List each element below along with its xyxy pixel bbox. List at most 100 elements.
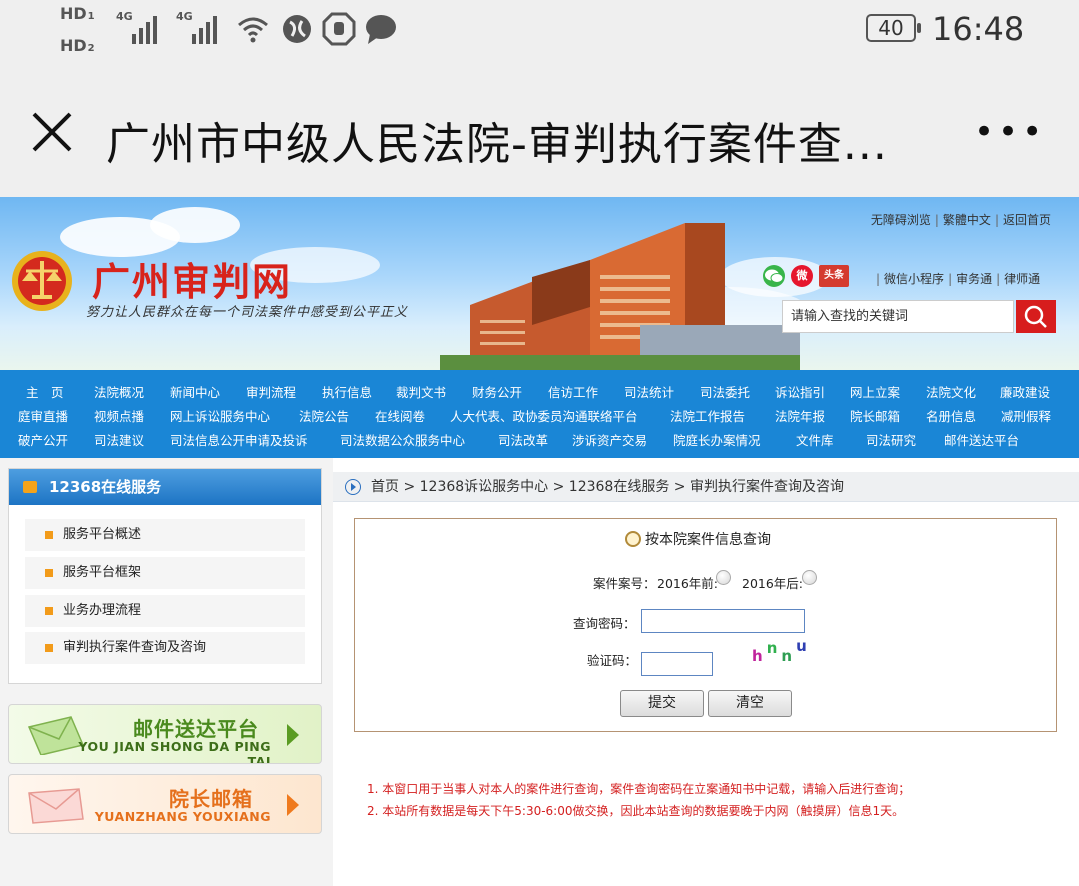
accessibility-link[interactable]: 无障碍浏览 — [871, 213, 931, 227]
content-area: 12368在线服务 服务平台概述 服务平台框架 业务办理流程 审判执行案件查询及… — [0, 458, 1079, 886]
wifi-icon — [236, 12, 270, 46]
nav-item[interactable]: 法院文化 — [926, 382, 976, 401]
clock: 16:48 — [932, 10, 1025, 48]
sidebar-item-case-query[interactable]: 审判执行案件查询及咨询 — [25, 632, 305, 664]
page-title: 广州市中级人民法院-审判执行案件查... — [106, 119, 888, 170]
nav-item[interactable]: 邮件送达平台 — [944, 430, 1019, 449]
weibo-icon[interactable]: 微 — [791, 265, 813, 287]
captcha-label: 验证码： — [587, 653, 638, 668]
nav-row-2: 庭审直播 视频点播 网上诉讼服务中心 法院公告 在线阅卷 人大代表、政协委员沟通… — [0, 402, 1079, 426]
court-emblem-icon — [10, 247, 74, 317]
network-type-2: 4G — [176, 10, 193, 23]
nav-item[interactable]: 司法改革 — [498, 430, 548, 449]
home-link[interactable]: 返回首页 — [1003, 213, 1051, 227]
nav-item[interactable]: 廉政建设 — [1000, 382, 1050, 401]
nav-item[interactable]: 裁判文书 — [396, 382, 446, 401]
main-nav: 主 页 法院概况 新闻中心 审判流程 执行信息 裁判文书 财务公开 信访工作 司… — [0, 370, 1079, 458]
nav-item[interactable]: 院长邮箱 — [850, 406, 900, 425]
nav-item[interactable]: 财务公开 — [472, 382, 522, 401]
nav-item[interactable]: 诉讼指引 — [775, 382, 825, 401]
password-input[interactable] — [641, 609, 805, 633]
nav-item[interactable]: 庭审直播 — [18, 406, 68, 425]
social-icons: 微 头条 — [763, 265, 849, 287]
nav-item[interactable]: 法院年报 — [775, 406, 825, 425]
nav-item[interactable]: 在线阅卷 — [375, 406, 425, 425]
wechat-icon[interactable] — [763, 265, 785, 287]
shenwutong-link[interactable]: 审务通 — [956, 272, 992, 286]
nav-item[interactable]: 执行信息 — [322, 382, 372, 401]
hd-indicator-2: HD2 — [60, 36, 95, 55]
captcha-input[interactable] — [641, 652, 713, 676]
before-2016-label: 2016年前: — [657, 576, 719, 591]
nav-item[interactable]: 主 页 — [26, 382, 64, 401]
vpn-icon — [280, 12, 314, 46]
site-slogan: 努力让人民群众在每一个司法案件中感受到公平正义 — [86, 305, 409, 320]
sidebar-item-framework[interactable]: 服务平台框架 — [25, 557, 305, 589]
signal-icon — [192, 14, 217, 44]
nav-item[interactable]: 减刑假释 — [1001, 406, 1051, 425]
nav-item[interactable]: 院庭长办案情况 — [673, 430, 761, 449]
more-menu-icon[interactable]: ••• — [974, 112, 1046, 152]
nav-item[interactable]: 人大代表、政协委员沟通联络平台 — [450, 406, 638, 425]
captcha-image[interactable]: hnnu — [752, 637, 811, 665]
after-2016-radio[interactable] — [802, 570, 817, 585]
submit-button[interactable]: 提交 — [620, 690, 704, 717]
shield-hand-icon — [322, 12, 356, 46]
nav-item[interactable]: 视频点播 — [94, 406, 144, 425]
before-2016-radio[interactable] — [716, 570, 731, 585]
clear-button[interactable]: 清空 — [708, 690, 792, 717]
notice-line: 2. 本站所有数据是每天下午5:30-6:00做交换，因此本站查询的数据要晚于内… — [367, 804, 905, 818]
top-links: 无障碍浏览 | 繁體中文 | 返回首页 — [870, 213, 1051, 227]
sidebar-item-process[interactable]: 业务办理流程 — [25, 595, 305, 627]
nav-item[interactable]: 司法建议 — [94, 430, 144, 449]
search-button[interactable] — [1016, 300, 1056, 333]
sidebar-item-overview[interactable]: 服务平台概述 — [25, 519, 305, 551]
toutiao-icon[interactable]: 头条 — [819, 265, 849, 287]
nav-item[interactable]: 法院公告 — [299, 406, 349, 425]
message-icon — [364, 12, 398, 46]
arrow-right-icon — [287, 724, 299, 746]
hd-indicator-1: HD1 — [60, 4, 95, 23]
nav-item[interactable]: 信访工作 — [548, 382, 598, 401]
nav-item[interactable]: 网上诉讼服务中心 — [170, 406, 270, 425]
president-mailbox-banner[interactable]: 院长邮箱 YUANZHANG YOUXIANG — [8, 774, 322, 834]
nav-item[interactable]: 名册信息 — [926, 406, 976, 425]
main-panel: 首页 > 12368诉讼服务中心 > 12368在线服务 > 审判执行案件查询及… — [333, 458, 1079, 886]
notice-line: 1. 本窗口用于当事人对本人的案件进行查询，案件查询密码在立案通知书中记载，请输… — [367, 782, 911, 796]
bullet-icon — [45, 531, 53, 539]
nav-item[interactable]: 司法数据公众服务中心 — [340, 430, 465, 449]
wechat-miniprogram-link[interactable]: 微信小程序 — [884, 272, 944, 286]
magnifier-icon — [625, 531, 641, 547]
nav-item[interactable]: 破产公开 — [18, 430, 68, 449]
bullet-icon — [45, 569, 53, 577]
nav-item[interactable]: 网上立案 — [850, 382, 900, 401]
nav-item[interactable]: 司法统计 — [624, 382, 674, 401]
nav-item[interactable]: 文件库 — [796, 430, 834, 449]
mail-delivery-banner[interactable]: 邮件送达平台 YOU JIAN SHONG DA PING TAI — [8, 704, 322, 764]
status-bar: HD1 HD2 4G 4G 40 16:48 — [0, 0, 1079, 64]
breadcrumb: 首页 > 12368诉讼服务中心 > 12368在线服务 > 审判执行案件查询及… — [333, 472, 1079, 502]
nav-item[interactable]: 司法信息公开申请及投诉 — [170, 430, 308, 449]
nav-item[interactable]: 司法研究 — [866, 430, 916, 449]
network-type-1: 4G — [116, 10, 133, 23]
lvshitong-link[interactable]: 律师通 — [1004, 272, 1040, 286]
nav-item[interactable]: 审判流程 — [246, 382, 296, 401]
traditional-chinese-link[interactable]: 繁體中文 — [943, 213, 991, 227]
court-building-image — [440, 223, 800, 370]
case-query-form: 按本院案件信息查询 案件案号： 2016年前: 2016年后: 查询密码： 验证… — [354, 518, 1057, 732]
close-icon[interactable] — [30, 110, 74, 154]
cloud-decoration — [150, 207, 240, 243]
search-input[interactable]: 请输入查找的关键词 — [782, 300, 1014, 333]
nav-item[interactable]: 法院工作报告 — [670, 406, 745, 425]
nav-row-3: 破产公开 司法建议 司法信息公开申请及投诉 司法数据公众服务中心 司法改革 涉诉… — [0, 426, 1079, 450]
nav-item[interactable]: 司法委托 — [700, 382, 750, 401]
nav-item[interactable]: 新闻中心 — [170, 382, 220, 401]
nav-row-1: 主 页 法院概况 新闻中心 审判流程 执行信息 裁判文书 财务公开 信访工作 司… — [0, 378, 1079, 402]
nav-item[interactable]: 法院概况 — [94, 382, 144, 401]
form-title: 按本院案件信息查询 — [625, 529, 771, 549]
sidebar-heading: 12368在线服务 — [9, 469, 321, 505]
case-no-label: 案件案号： — [593, 576, 656, 591]
site-logo-text[interactable]: 广州审判网 — [92, 251, 292, 306]
bullet-icon — [45, 607, 53, 615]
nav-item[interactable]: 涉诉资产交易 — [572, 430, 647, 449]
